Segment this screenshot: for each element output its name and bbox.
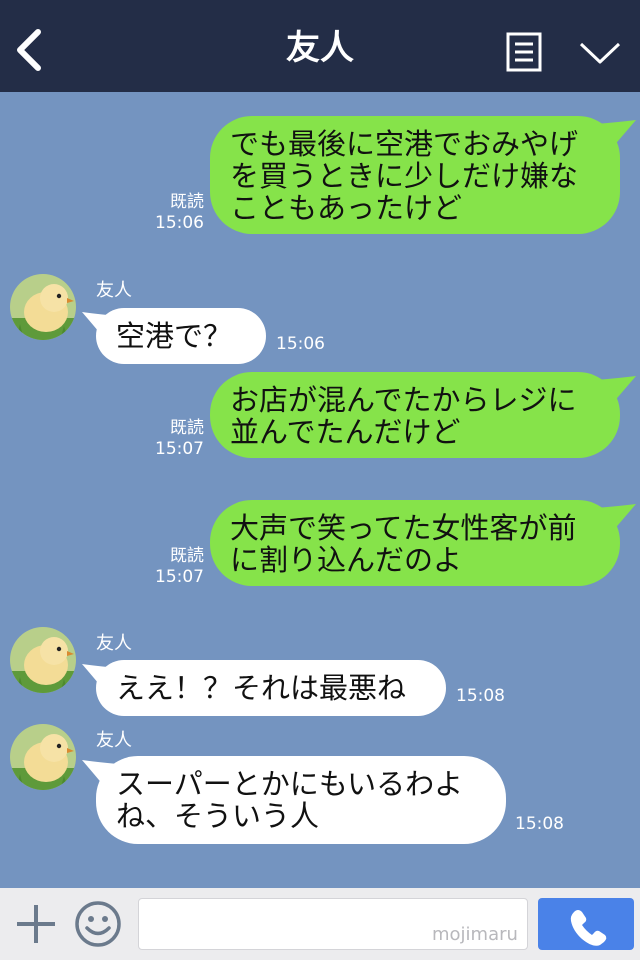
collapse-button[interactable] <box>578 38 622 68</box>
sender-name: 友人 <box>96 730 132 751</box>
smile-icon <box>75 901 121 947</box>
message-time: 15:07 <box>155 439 204 459</box>
message-bubble-outgoing[interactable]: お店が混んでたからレジに 並んでたんだけど <box>210 372 620 458</box>
chevron-left-icon <box>17 29 41 71</box>
avatar[interactable] <box>10 274 76 340</box>
read-label: 既読 <box>170 192 204 212</box>
back-button[interactable] <box>12 28 48 72</box>
read-status: 既読 15:06 <box>150 192 204 234</box>
sender-name: 友人 <box>96 633 132 654</box>
message-bubble-outgoing[interactable]: でも最後に空港でおみやげ を買うときに少しだけ嫌な こともあったけど <box>210 116 620 234</box>
avatar[interactable] <box>10 627 76 693</box>
avatar[interactable] <box>10 724 76 790</box>
message-bubble-incoming[interactable]: スーパーとかにもいるわよ ね、そういう人 <box>96 756 506 844</box>
chick-avatar-icon <box>10 274 76 340</box>
watermark-text: mojimaru <box>432 924 518 945</box>
call-button[interactable] <box>538 898 634 950</box>
add-button[interactable] <box>14 902 58 946</box>
notes-button[interactable] <box>506 32 542 72</box>
message-time: 15:06 <box>155 213 204 233</box>
read-label: 既読 <box>170 546 204 566</box>
message-time: 15:08 <box>456 686 505 706</box>
chevron-down-icon <box>579 42 621 64</box>
header-bar: 友人 <box>0 0 640 92</box>
message-time: 15:07 <box>155 567 204 587</box>
message-bubble-outgoing[interactable]: 大声で笑ってた女性客が前 に割り込んだのよ <box>210 500 620 586</box>
read-label: 既読 <box>170 418 204 438</box>
plus-icon <box>17 905 55 943</box>
message-time: 15:06 <box>276 334 325 354</box>
emoji-button[interactable] <box>74 900 122 948</box>
chat-title: 友人 <box>286 28 354 68</box>
notes-icon <box>506 32 542 72</box>
phone-icon <box>570 910 607 946</box>
message-bubble-incoming[interactable]: ええ！？それは最悪ね <box>96 660 446 716</box>
chick-avatar-icon <box>10 627 76 693</box>
message-bubble-incoming[interactable]: 空港で？ <box>96 308 266 364</box>
sender-name: 友人 <box>96 280 132 301</box>
chick-avatar-icon <box>10 724 76 790</box>
read-status: 既読 15:07 <box>150 546 204 588</box>
read-status: 既読 15:07 <box>150 418 204 460</box>
message-time: 15:08 <box>515 814 564 834</box>
